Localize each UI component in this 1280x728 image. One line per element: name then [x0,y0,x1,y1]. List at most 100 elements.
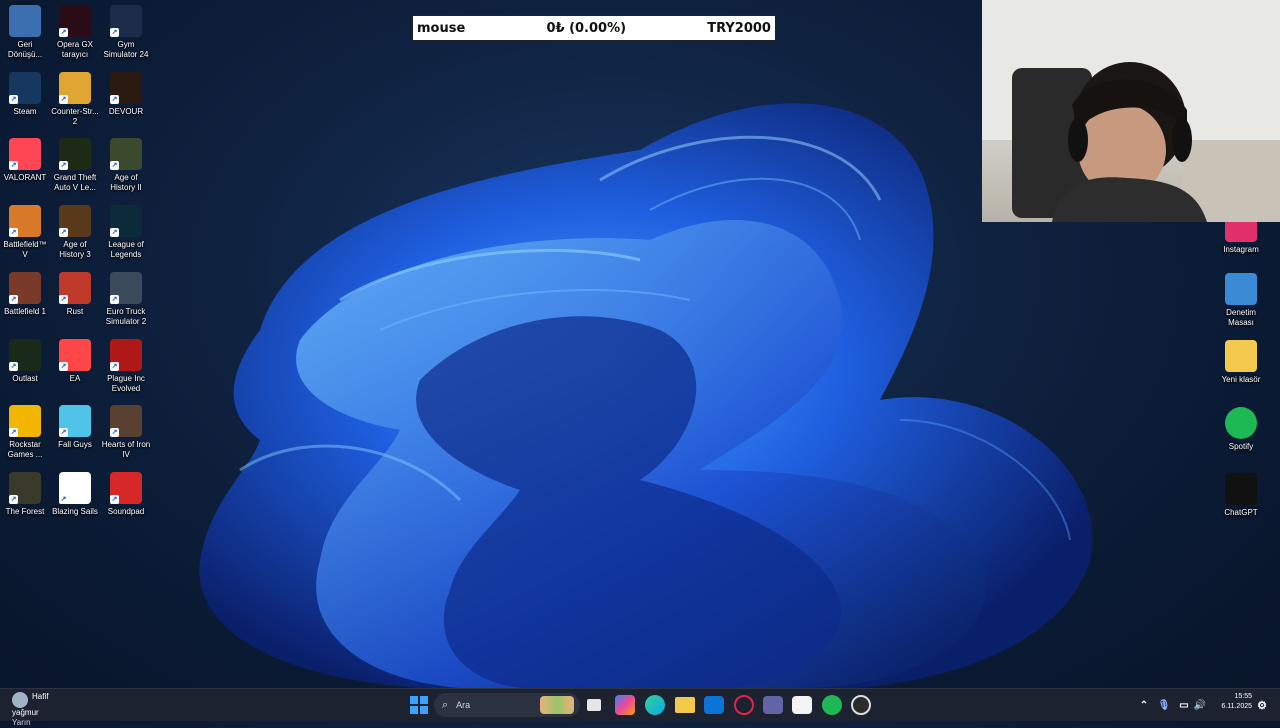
store-icon[interactable] [792,696,812,714]
desktop-shortcut-label: Rockstar Games ... [7,440,43,460]
fall-guys-icon: ↗ [59,405,91,438]
spotify-icon [1225,407,1257,439]
desktop-shortcut-label: Euro Truck Simulator 2 [105,306,147,326]
shortcut-arrow-icon: ↗ [59,94,68,104]
desktop-shortcut-label: Gym Simulator 24 [103,40,149,59]
clock-time: 15:55 [1234,693,1252,700]
desktop-shortcut[interactable]: ChatGPT [1216,468,1266,518]
desktop-shortcut-label: Yeni klasör [1221,375,1261,384]
blazing-sails-icon: ↗ [59,471,91,504]
desktop-shortcut[interactable]: ↗ Rockstar Games ... [0,400,50,460]
spotify-taskbar-icon[interactable] [822,695,842,715]
desktop-shortcut-label: Battlefield 1 [4,306,46,316]
search-icon: ⌕ [442,698,449,711]
desktop-shortcut[interactable]: ↗ DEVOUR [101,67,151,117]
opera-gx-icon: ↗ [59,5,91,37]
the-forest-icon: ↗ [9,471,41,504]
euro-truck-icon: ↗ [110,271,142,304]
task-view-icon[interactable] [587,699,601,711]
shortcut-arrow-icon: ↗ [9,428,18,438]
desktop-shortcut-label: VALORANT [3,173,47,183]
webcam-feed [982,0,1280,222]
shortcut-arrow-icon: ↗ [110,294,119,304]
weather-icon [12,692,28,708]
desktop-shortcut-label: Counter-Str... 2 [51,106,99,126]
desktop-shortcut-label: DEVOUR [108,106,144,116]
file-explorer-icon[interactable] [675,697,695,713]
desktop-shortcut[interactable]: ↗ Battlefield™ V [0,200,50,260]
shortcut-arrow-icon: ↗ [9,228,18,238]
desktop-shortcut-label: Instagram [1223,245,1259,254]
clock[interactable]: 15:55 6.11.2025 [1208,692,1252,712]
rockstar-icon: ↗ [9,405,41,438]
recycle-bin-icon [9,5,41,37]
desktop-shortcut[interactable]: Geri Dönüşü... [0,0,50,60]
desktop-shortcut-label: Grand Theft Auto V Le... [53,173,97,193]
desktop-shortcut[interactable]: ↗ Battlefield 1 [0,267,50,317]
desktop-shortcut[interactable]: ↗ Hearts of Iron IV [101,400,151,460]
desktop-shortcut[interactable]: ↗ Outlast [0,334,50,384]
obs-icon[interactable] [851,695,871,715]
shortcut-arrow-icon: ↗ [9,494,18,504]
folder-icon [1225,340,1257,372]
desktop-shortcut[interactable]: ↗ Grand Theft Auto V Le... [50,133,100,193]
desktop-shortcut[interactable]: ↗ Rust [50,267,100,317]
goal-target: TRY2000 [707,20,771,36]
shortcut-arrow-icon: ↗ [9,361,18,371]
desktop-shortcut[interactable]: ↗ Euro Truck Simulator 2 [101,267,151,327]
copilot-icon[interactable] [615,695,635,715]
desktop-shortcut[interactable]: ↗ Steam [0,67,50,117]
desktop-shortcut-label: Hearts of Iron IV [101,440,151,460]
age-of-history-2-icon: ↗ [110,138,142,171]
notification-icon[interactable]: ⚙ [1250,693,1274,717]
counter-strike-icon: ↗ [59,71,91,104]
desktop-shortcut[interactable]: ↗ Counter-Str... 2 [50,67,100,127]
hearts-of-iron-icon: ↗ [110,405,142,438]
desktop-shortcut[interactable]: Denetim Masası [1216,268,1266,328]
outlook-icon[interactable] [704,696,724,714]
desktop-shortcut[interactable]: Yeni klasör [1216,335,1266,385]
desktop-shortcut[interactable]: ↗ Fall Guys [50,400,100,450]
desktop-shortcut-label: League of Legends [108,240,144,260]
shortcut-arrow-icon: ↗ [110,94,119,104]
shortcut-arrow-icon: ↗ [59,428,68,438]
league-of-legends-icon: ↗ [110,205,142,238]
desktop-shortcut[interactable]: ↗ EA [50,334,100,384]
shortcut-arrow-icon: ↗ [110,428,119,438]
desktop-shortcut[interactable]: Spotify [1216,402,1266,452]
gym-simulator-icon: ↗ [110,5,142,37]
search-box[interactable]: ⌕ Ara [434,693,580,717]
desktop-shortcut-label: Blazing Sails [52,506,98,516]
search-placeholder: Ara [456,700,471,710]
gta-v-icon: ↗ [59,138,91,171]
control-panel-icon [1225,273,1257,305]
desktop-shortcut[interactable]: ↗ Opera GX tarayıcı [50,0,100,60]
desktop-shortcut-label: Plague Inc Evolved [107,373,145,393]
desktop-shortcut[interactable]: ↗ Plague Inc Evolved [101,334,151,394]
shortcut-arrow-icon: ↗ [59,361,68,371]
shortcut-arrow-icon: ↗ [110,161,119,171]
desktop-shortcut[interactable]: ↗ VALORANT [0,133,50,183]
teams-icon[interactable] [763,696,783,714]
edge-icon[interactable] [645,695,665,715]
opera-gx-taskbar-icon[interactable] [734,695,754,715]
desktop-shortcut[interactable]: ↗ Blazing Sails [50,467,100,517]
shortcut-arrow-icon: ↗ [9,161,18,171]
donation-goal-bar: mouse 0₺ (0.00%) TRY2000 [412,15,776,41]
desktop-shortcut-label: Geri Dönüşü... [7,40,43,59]
desktop-shortcut[interactable]: ↗ Gym Simulator 24 [101,0,151,60]
desktop-shortcut[interactable]: ↗ Soundpad [101,467,151,517]
shortcut-arrow-icon: ↗ [59,494,68,504]
desktop-shortcut-label: Battlefield™ V [3,240,47,260]
start-button[interactable] [407,693,431,717]
desktop-shortcut[interactable]: ↗ The Forest [0,467,50,517]
desktop-shortcut-label: Steam [13,106,37,116]
rust-icon: ↗ [59,271,91,304]
goal-label: mouse [417,20,466,36]
soundpad-icon: ↗ [110,471,142,504]
desktop-shortcut[interactable]: ↗ Age of History 3 [50,200,100,260]
desktop-shortcut[interactable]: ↗ League of Legends [101,200,151,260]
windows-logo-icon [410,696,428,714]
weather-widget[interactable]: Hafif yağmur Yarın [12,692,57,728]
desktop-shortcut[interactable]: ↗ Age of History II [101,133,151,193]
